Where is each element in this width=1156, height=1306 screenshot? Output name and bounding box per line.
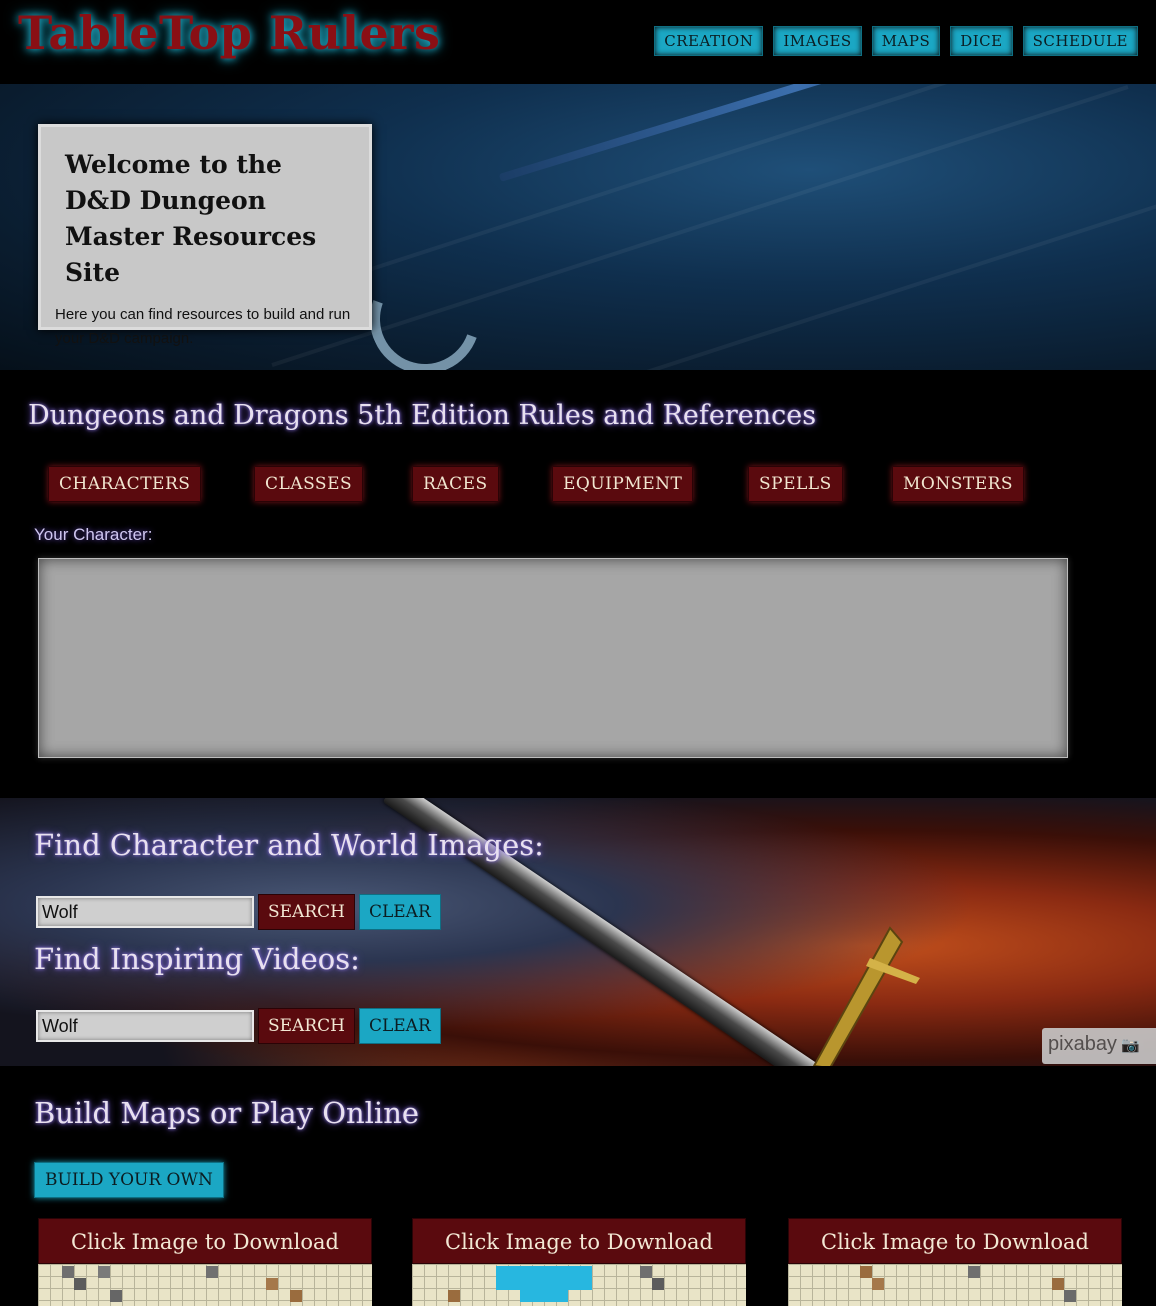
welcome-subtitle: Here you can find resources to build and… <box>55 306 351 347</box>
tab-monsters[interactable]: MONSTERS <box>892 466 1025 502</box>
pixabay-badge[interactable]: pixabay 📷 <box>1042 1028 1156 1064</box>
maps-title: Build Maps or Play Online <box>34 1096 420 1130</box>
map-thumbnail-3[interactable] <box>788 1264 1122 1306</box>
nav-maps[interactable]: MAPS <box>871 26 941 56</box>
main-nav: CREATION IMAGES MAPS DICE SCHEDULE <box>654 26 1138 56</box>
map-card-caption: Click Image to Download <box>412 1218 746 1264</box>
character-display-box <box>38 558 1068 758</box>
map-card-caption: Click Image to Download <box>788 1218 1122 1264</box>
rules-tab-bar: CHARACTERS CLASSES RACES EQUIPMENT SPELL… <box>48 466 1048 502</box>
tab-spells[interactable]: SPELLS <box>748 466 843 502</box>
map-thumbnail-2[interactable] <box>412 1264 746 1306</box>
nav-dice[interactable]: DICE <box>950 26 1013 56</box>
tab-equipment[interactable]: EQUIPMENT <box>552 466 694 502</box>
map-card[interactable]: Click Image to Download <box>412 1218 746 1306</box>
images-clear-button[interactable]: CLEAR <box>358 894 441 930</box>
map-card[interactable]: Click Image to Download <box>788 1218 1122 1306</box>
hero-banner: Welcome to the D&D Dungeon Master Resour… <box>0 84 1156 370</box>
top-bar: TableTop Rulers CREATION IMAGES MAPS DIC… <box>0 0 1156 84</box>
images-search-title: Find Character and World Images: <box>34 828 544 862</box>
welcome-title: Welcome to the D&D Dungeon Master Resour… <box>65 150 317 287</box>
camera-icon: 📷 <box>1120 1037 1140 1054</box>
map-card-caption: Click Image to Download <box>38 1218 372 1264</box>
welcome-panel: Welcome to the D&D Dungeon Master Resour… <box>38 124 372 347</box>
character-label: Your Character: <box>34 525 153 544</box>
map-thumbnail-1[interactable] <box>38 1264 372 1306</box>
tab-classes[interactable]: CLASSES <box>254 466 364 502</box>
map-card[interactable]: Click Image to Download <box>38 1218 372 1306</box>
videos-search-input[interactable] <box>36 1010 254 1042</box>
rules-title: Dungeons and Dragons 5th Edition Rules a… <box>28 400 817 431</box>
images-search-input[interactable] <box>36 896 254 928</box>
hero-blade-image <box>351 245 499 370</box>
images-search-button[interactable]: SEARCH <box>258 894 355 930</box>
tab-races[interactable]: RACES <box>412 466 499 502</box>
site-logo[interactable]: TableTop Rulers <box>18 6 440 60</box>
sword-hilt-image <box>812 926 920 1066</box>
nav-creation[interactable]: CREATION <box>654 26 764 56</box>
nav-images[interactable]: IMAGES <box>773 26 862 56</box>
videos-search-button[interactable]: SEARCH <box>258 1008 355 1044</box>
images-search-row: SEARCH CLEAR <box>36 894 441 930</box>
videos-search-title: Find Inspiring Videos: <box>34 942 360 976</box>
tab-characters[interactable]: CHARACTERS <box>48 466 202 502</box>
build-your-own-button[interactable]: BUILD YOUR OWN <box>34 1162 224 1198</box>
videos-clear-button[interactable]: CLEAR <box>358 1008 441 1044</box>
videos-search-row: SEARCH CLEAR <box>36 1008 441 1044</box>
pixabay-label: pixabay <box>1048 1033 1117 1055</box>
nav-schedule[interactable]: SCHEDULE <box>1022 26 1138 56</box>
